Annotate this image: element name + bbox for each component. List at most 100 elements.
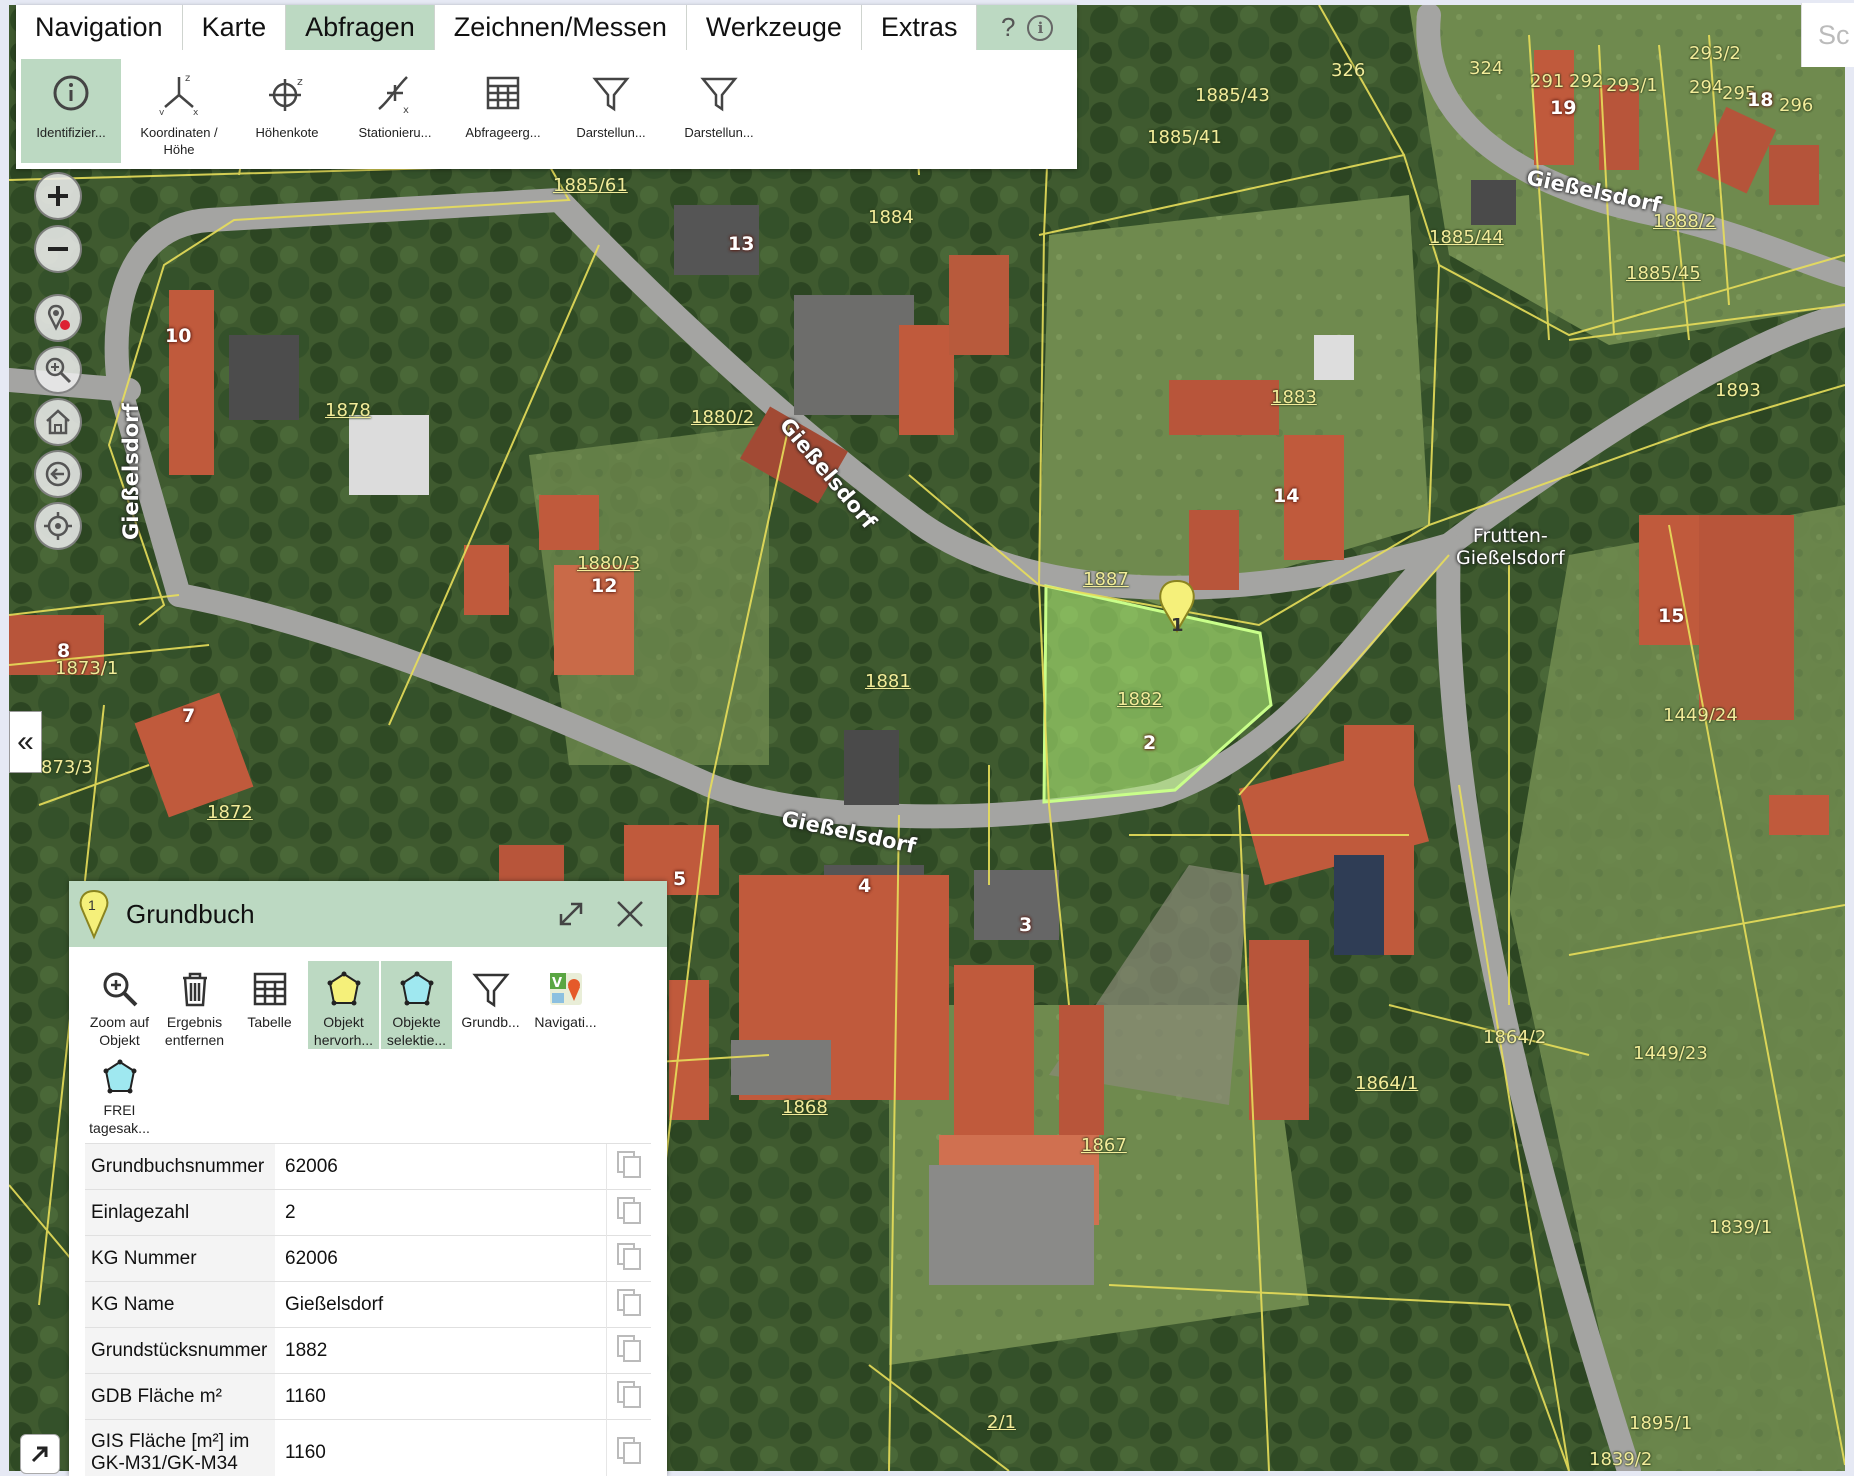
- parcel-label: 324: [1469, 58, 1504, 79]
- copy-button[interactable]: [606, 1189, 651, 1236]
- tab-abfragen[interactable]: Abfragen: [286, 5, 435, 50]
- parcel-label: 1893: [1715, 380, 1761, 401]
- house-number: 14: [1273, 485, 1300, 507]
- previous-view-button[interactable]: [34, 450, 82, 498]
- parcel-label: 1885/41: [1147, 127, 1222, 148]
- plus-icon: [48, 186, 68, 206]
- close-icon[interactable]: [612, 896, 648, 932]
- help-button[interactable]: ?: [1001, 12, 1015, 43]
- attribute-key: KG Nummer: [85, 1235, 275, 1282]
- grundbuch-filter-button[interactable]: Grundb...: [453, 961, 528, 1049]
- result-marker-label[interactable]: 1: [1171, 615, 1184, 636]
- svg-text:V: V: [552, 976, 562, 991]
- tool-darstellung-2[interactable]: Darstellun...: [669, 59, 769, 163]
- marker-pin-label: 1: [88, 897, 96, 913]
- parcel-label: 1880/2: [691, 407, 755, 428]
- attribute-value: 1160: [275, 1419, 607, 1476]
- parcel-label: 326: [1331, 60, 1366, 81]
- tool-label: Darstellun...: [684, 125, 754, 140]
- tool-label: Höhenkote: [255, 125, 319, 140]
- collapse-panel-button[interactable]: «: [9, 711, 42, 773]
- table-icon: [486, 76, 520, 110]
- home-icon: [46, 409, 70, 435]
- parcel-label: 1839/2: [1589, 1449, 1653, 1470]
- highlight-object-button[interactable]: Objekt hervorh...: [308, 961, 379, 1049]
- parcel-label: 1872: [207, 802, 253, 823]
- copy-button[interactable]: [606, 1419, 651, 1476]
- tool-identifizieren[interactable]: Identifizier...: [21, 59, 121, 163]
- panel-header: 1 Grundbuch: [69, 881, 667, 947]
- tab-karte[interactable]: Karte: [183, 5, 287, 50]
- info-icon: [53, 75, 89, 111]
- parcel-label: 1867: [1081, 1135, 1127, 1156]
- zoom-to-object-button[interactable]: Zoom auf Objekt: [82, 961, 157, 1049]
- home-button[interactable]: [34, 398, 82, 446]
- house-number: 10: [165, 325, 192, 347]
- polygon-yellow-icon: [327, 971, 360, 1006]
- house-number: 15: [1658, 605, 1685, 627]
- maximize-icon[interactable]: [553, 896, 589, 932]
- tool-darstellung-1[interactable]: Darstellun...: [561, 59, 661, 163]
- grundbuch-panel: 1 Grundbuch Zoom auf Objekt Ergebnis ent…: [69, 881, 667, 1476]
- house-number: 13: [728, 233, 755, 255]
- tab-extras[interactable]: Extras: [862, 5, 978, 50]
- select-objects-button[interactable]: Objekte selektie...: [381, 961, 452, 1049]
- attribute-key: Grundstücksnummer: [85, 1327, 275, 1374]
- ptool-label: Objekt hervorh...: [313, 1014, 374, 1048]
- copy-button[interactable]: [606, 1373, 651, 1420]
- parcel-label: 1868: [782, 1097, 828, 1118]
- copy-icon: [617, 1380, 641, 1408]
- copy-icon: [617, 1334, 641, 1362]
- table-icon: [253, 972, 286, 1006]
- filter-icon: [592, 77, 630, 112]
- ptool-label: Zoom auf Objekt: [89, 1014, 150, 1048]
- crosshair-icon: [44, 512, 72, 540]
- tab-navigation[interactable]: Navigation: [16, 5, 183, 50]
- parcel-label: 1449/24: [1663, 705, 1738, 726]
- parcel-label: 1884: [868, 207, 914, 228]
- parcel-label: 292: [1569, 71, 1604, 92]
- attribute-value: Gießelsdorf: [275, 1281, 607, 1328]
- parcel-label: 2/1: [987, 1412, 1016, 1433]
- attribute-key: GDB Fläche m²: [85, 1373, 275, 1420]
- search-input-stub[interactable]: Sc: [1801, 3, 1854, 67]
- zoom-object-icon: [103, 972, 137, 1007]
- ptool-label: Navigati...: [534, 1014, 597, 1030]
- copy-button[interactable]: [606, 1281, 651, 1328]
- zoom-out-button[interactable]: [34, 225, 82, 273]
- house-number: 5: [673, 868, 687, 890]
- tab-zeichnen-messen[interactable]: Zeichnen/Messen: [435, 5, 687, 50]
- frei-tagesaktuell-button[interactable]: FREI tagesak...: [82, 1049, 157, 1137]
- street-label: Gießelsdorf: [119, 403, 143, 540]
- attribute-value: 1882: [275, 1327, 607, 1374]
- house-number: 19: [1550, 97, 1577, 119]
- tool-abfrageergebnisse[interactable]: Abfrageerg...: [453, 59, 553, 163]
- remove-result-button[interactable]: Ergebnis entfernen: [157, 961, 232, 1049]
- table-button[interactable]: Tabelle: [232, 961, 307, 1049]
- expand-corner-button[interactable]: [20, 1434, 60, 1474]
- zoom-in-button[interactable]: [34, 172, 82, 220]
- parcel-label: 1882: [1117, 689, 1163, 710]
- info-button[interactable]: i: [1027, 14, 1054, 41]
- clear-location-button[interactable]: [34, 294, 82, 342]
- copy-button[interactable]: [606, 1143, 651, 1190]
- tool-hoehenkote[interactable]: z Höhenkote: [237, 59, 337, 163]
- location-pin-icon: [48, 304, 70, 331]
- tab-werkzeuge[interactable]: Werkzeuge: [687, 5, 862, 50]
- parcel-label: 1449/23: [1633, 1043, 1708, 1064]
- parcel-label: 873/3: [41, 757, 93, 778]
- copy-icon: [617, 1437, 641, 1464]
- zoom-box-button[interactable]: [34, 346, 82, 394]
- tool-stationierung[interactable]: x Stationieru...: [345, 59, 445, 163]
- svg-text:y: y: [159, 108, 165, 115]
- parcel-label: 1878: [325, 400, 371, 421]
- tool-koordinaten-hoehe[interactable]: z y x Koordinaten / Höhe: [129, 59, 229, 163]
- copy-button[interactable]: [606, 1235, 651, 1282]
- navigation-app-button[interactable]: V Navigati...: [528, 961, 603, 1049]
- locate-button[interactable]: [34, 502, 82, 550]
- copy-button[interactable]: [606, 1327, 651, 1374]
- attribute-key: Grundbuchsnummer: [85, 1143, 275, 1190]
- polygon-cyan-icon: [400, 971, 433, 1006]
- parcel-label: 1864/1: [1355, 1073, 1419, 1094]
- house-number: 4: [858, 875, 872, 897]
